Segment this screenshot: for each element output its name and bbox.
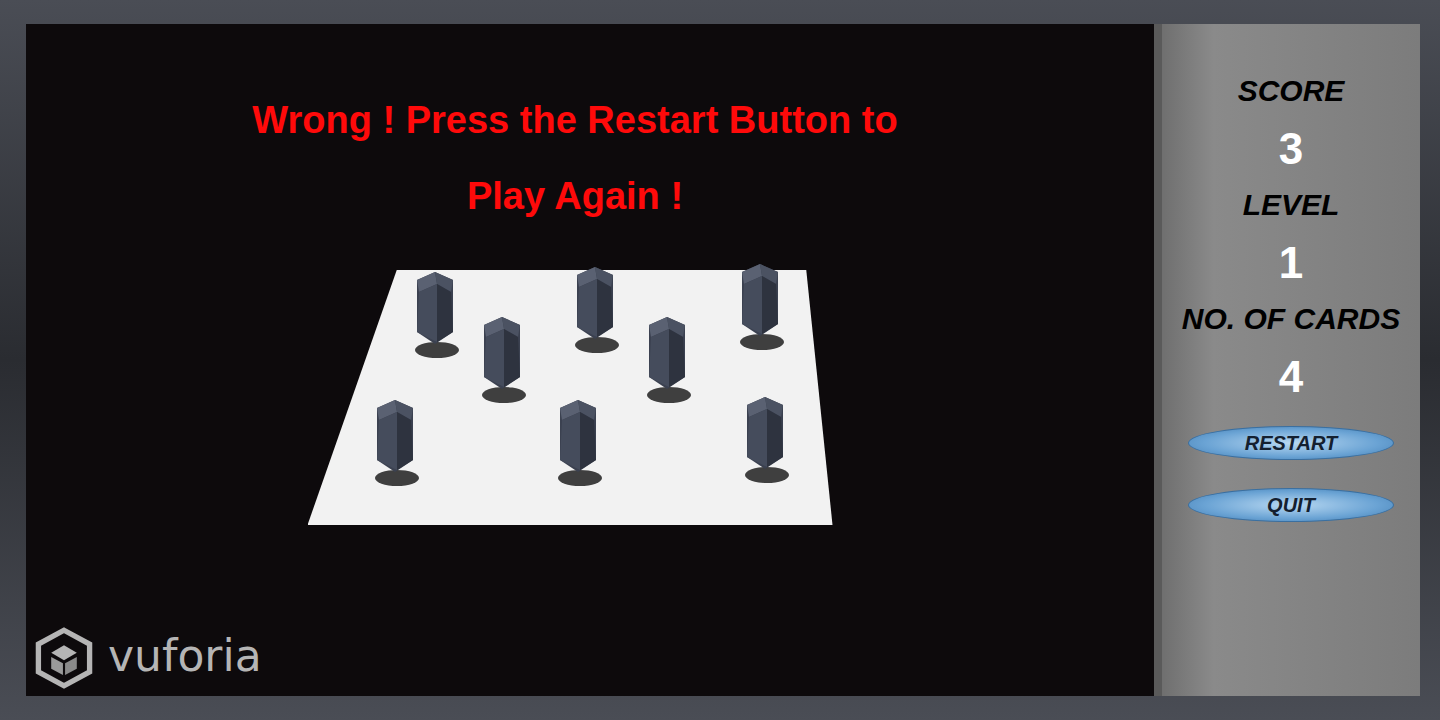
stat-block: NO. OF CARDS4 [1182,302,1400,410]
gem-icon [363,398,423,488]
gem-icon [728,262,788,352]
gem-icon [733,395,793,485]
button-group: RESTART QUIT [1188,426,1394,522]
side-panel: SCORE3LEVEL1NO. OF CARDS4RESTARTQUIT [1154,24,1420,696]
gem-icon [546,398,606,488]
gem-icon [563,265,623,355]
stat-block: LEVEL1 [1243,188,1340,296]
stat-value: 3 [1279,116,1303,182]
restart-button[interactable]: RESTART [1188,426,1394,460]
quit-button[interactable]: QUIT [1188,488,1394,522]
gem-icon [403,270,463,360]
watermark-text: vuforia [108,630,262,687]
gem-icon [635,315,695,405]
camera-view: Wrong ! Press the Restart Button toPlay … [26,24,1154,696]
cube-logo-icon [32,626,96,690]
message-line: Wrong ! Press the Restart Button to [252,82,897,158]
game-frame: Wrong ! Press the Restart Button toPlay … [0,0,1440,720]
stat-block: SCORE3 [1238,74,1345,182]
card-area [308,270,833,525]
stat-label: LEVEL [1243,188,1340,230]
message-line: Play Again ! [252,158,897,234]
stat-value: 4 [1279,344,1303,410]
stat-label: SCORE [1238,74,1345,116]
stat-value: 1 [1279,230,1303,296]
card-stage [308,270,833,525]
stat-label: NO. OF CARDS [1182,302,1400,344]
vuforia-watermark: vuforia [32,626,262,690]
gem-icon [470,315,530,405]
result-message: Wrong ! Press the Restart Button toPlay … [252,82,897,234]
